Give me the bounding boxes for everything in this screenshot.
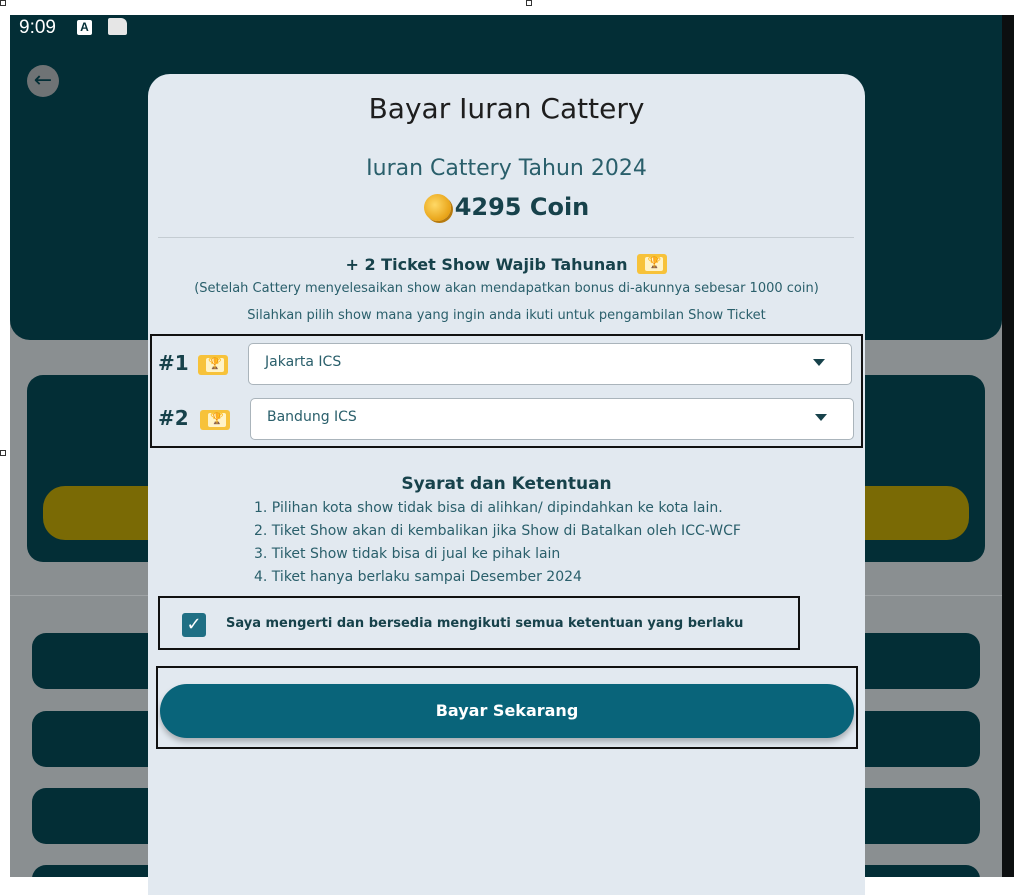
pay-now-button[interactable]: Bayar Sekarang [160,684,854,738]
coin-icon [423,193,451,221]
terms-title: Syarat dan Ketentuan [401,474,612,494]
ticket-icon [637,254,668,274]
ticket-instruction: Silahkan pilih show mana yang ingin anda… [247,308,766,323]
show-number: #2 [158,406,189,430]
corner-marker [0,0,6,6]
price-amount: 4295 Coin [454,193,590,221]
arrow-left-icon[interactable]: ← [27,65,59,97]
chevron-down-icon [813,359,825,366]
ticket-note: (Setelah Cattery menyelesaikan show akan… [194,281,819,296]
agreement-checkbox[interactable]: ✓ [182,613,206,637]
ticket-heading-row: + 2 Ticket Show Wajib Tahunan [148,254,865,274]
agreement-row: ✓ Saya mengerti dan bersedia mengikuti s… [158,596,800,650]
agreement-label: Saya mengerti dan bersedia mengikuti sem… [226,616,744,631]
ticket-heading: + 2 Ticket Show Wajib Tahunan [345,254,628,274]
show-dropdown-1[interactable]: Jakarta ICS [248,343,852,385]
term-item: 2. Tiket Show akan di kembalikan jika Sh… [254,523,741,539]
payment-modal: Bayar Iuran Cattery Iuran Cattery Tahun … [148,74,865,895]
status-indicator-icon: A [77,20,92,35]
show-select-row-1: #1 Jakarta ICS [158,343,854,387]
show-select-row-2: #2 Bandung ICS [158,398,854,442]
modal-divider [158,237,854,238]
check-icon: ✓ [186,614,202,635]
dropdown-value: Jakarta ICS [265,354,342,370]
modal-title: Bayar Iuran Cattery [368,92,645,125]
edge-marker [526,0,532,6]
term-item: 3. Tiket Show tidak bisa di jual ke piha… [254,546,561,562]
term-item: 4. Tiket hanya berlaku sampai Desember 2… [254,569,582,585]
device-bezel [1002,15,1014,877]
ticket-icon [198,355,228,375]
status-time: 9:09 [19,17,56,38]
dropdown-value: Bandung ICS [267,409,357,425]
edge-marker [0,450,6,456]
chevron-down-icon [815,414,827,421]
ticket-icon [200,410,230,430]
show-number: #1 [158,351,189,375]
fee-title: Iuran Cattery Tahun 2024 [366,156,647,181]
sim-card-icon [108,18,127,35]
term-item: 1. Pilihan kota show tidak bisa di alihk… [254,500,723,516]
price-row: 4295 Coin [148,191,865,223]
show-dropdown-2[interactable]: Bandung ICS [250,398,854,440]
